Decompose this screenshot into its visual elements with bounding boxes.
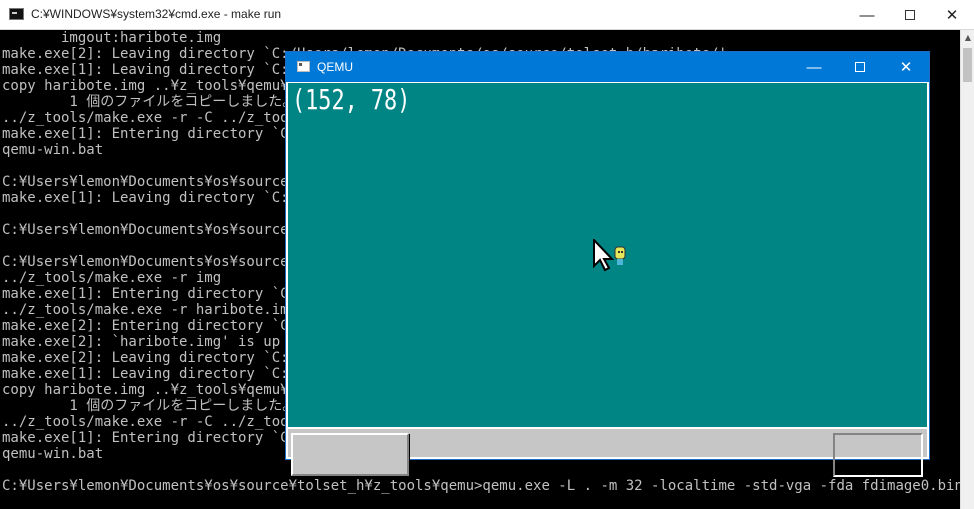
guest-taskbar: [288, 427, 927, 477]
guest-start-button[interactable]: [291, 433, 409, 476]
console-line: C:¥Users¥lemon¥Documents¥os¥source¥tolse…: [2, 478, 960, 494]
console-line: make.exe[1]: Entering directory `C:/: [2, 430, 306, 446]
console-line: ../z_tools/make.exe -r -C ../z_tools: [2, 414, 306, 430]
console-scrollbar[interactable]: ▲: [960, 30, 974, 509]
mouse-cursor-icon: [593, 239, 626, 272]
console-line: imgout:haribote.img: [2, 30, 222, 46]
qemu-maximize-button[interactable]: [837, 52, 883, 82]
cmd-window-title: C:¥WINDOWS¥system32¥cmd.exe - make run: [31, 7, 282, 21]
qemu-minimize-button[interactable]: —: [791, 52, 837, 82]
console-line: 1 個のファイルをコピーしました。: [2, 94, 297, 110]
cmd-maximize-button[interactable]: [887, 0, 933, 30]
console-line: ../z_tools/make.exe -r img: [2, 270, 222, 286]
console-line: C:¥Users¥lemon¥Documents¥os¥source¥t: [2, 254, 306, 270]
console-line: copy haribote.img ..¥z_tools¥qemu¥fd: [2, 382, 306, 398]
mouse-coordinates-text: (152, 78): [292, 83, 411, 116]
qemu-window-title: QEMU: [317, 60, 353, 74]
console-line: make.exe[1]: Leaving directory `C:/U: [2, 62, 306, 78]
guest-tray-area: [833, 433, 923, 477]
console-line: make.exe[1]: Entering directory `C:/: [2, 286, 306, 302]
guest-desktop[interactable]: (152, 78): [288, 83, 927, 427]
minimize-icon: —: [859, 6, 875, 24]
console-line: C:¥Users¥lemon¥Documents¥os¥source¥t: [2, 174, 306, 190]
minimize-icon: —: [806, 58, 822, 76]
console-line: qemu-win.bat: [2, 142, 104, 158]
cmd-close-button[interactable]: ✕: [929, 0, 974, 30]
close-icon: ✕: [899, 59, 913, 76]
cmd-titlebar[interactable]: C:¥WINDOWS¥system32¥cmd.exe - make run —…: [0, 0, 974, 30]
qemu-window[interactable]: QEMU — ✕ (152, 78): [286, 52, 929, 477]
cmd-minimize-button[interactable]: —: [844, 0, 890, 30]
console-line: make.exe[1]: Leaving directory `C:/U: [2, 190, 306, 206]
console-line: make.exe[1]: Entering directory `C:/: [2, 126, 306, 142]
close-icon: ✕: [945, 7, 959, 24]
console-line: ../z_tools/make.exe -r haribote.img: [2, 302, 298, 318]
console-line: make.exe[2]: Leaving directory `C:/U: [2, 350, 306, 366]
maximize-icon: [855, 62, 865, 72]
console-line: make.exe[2]: Entering directory `C:/: [2, 318, 306, 334]
console-line: ../z_tools/make.exe -r -C ../z_tools: [2, 110, 306, 126]
qemu-window-icon: [297, 61, 310, 72]
console-line: make.exe[2]: `haribote.img' is up to: [2, 334, 306, 350]
console-line: copy haribote.img ..¥z_tools¥qemu¥fd: [2, 78, 306, 94]
qemu-titlebar[interactable]: QEMU — ✕: [286, 52, 929, 82]
console-line: 1 個のファイルをコピーしました。: [2, 398, 297, 414]
console-line: make.exe[1]: Leaving directory `C:/U: [2, 366, 306, 382]
console-line: qemu-win.bat: [2, 446, 104, 462]
scroll-thumb[interactable]: [963, 48, 972, 82]
console-icon: [9, 8, 24, 20]
qemu-close-button[interactable]: ✕: [883, 52, 929, 82]
console-line: C:¥Users¥lemon¥Documents¥os¥source¥t: [2, 222, 306, 238]
scroll-up-arrow-icon[interactable]: ▲: [961, 30, 974, 46]
maximize-icon: [905, 10, 915, 20]
